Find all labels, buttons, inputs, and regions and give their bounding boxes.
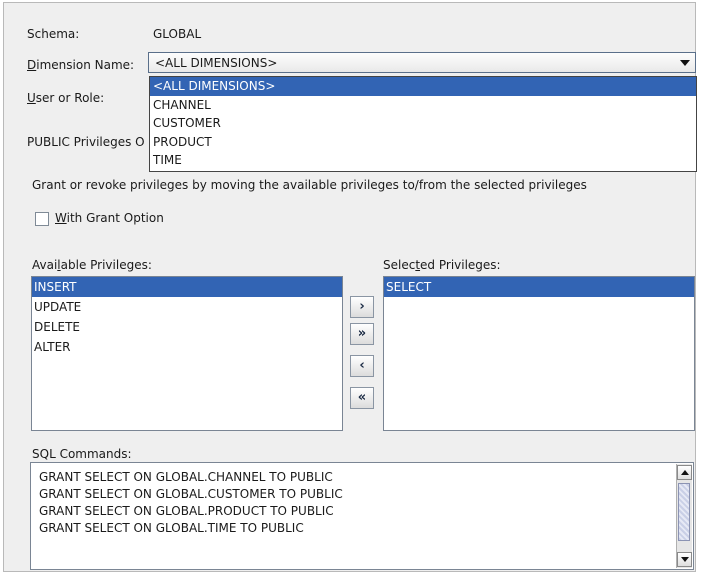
dimension-dropdown-list[interactable]: <ALL DIMENSIONS> CHANNEL CUSTOMER PRODUC… (149, 76, 697, 172)
list-item[interactable]: UPDATE (32, 297, 342, 317)
dropdown-option-all-dimensions[interactable]: <ALL DIMENSIONS> (150, 77, 696, 96)
sql-line: GRANT SELECT ON GLOBAL.CHANNEL TO PUBLIC (39, 470, 333, 484)
scroll-up-button[interactable] (677, 465, 692, 480)
schema-value: GLOBAL (153, 27, 202, 41)
remove-all-button[interactable]: « (350, 387, 374, 409)
dropdown-option-product[interactable]: PRODUCT (150, 133, 696, 152)
remove-selected-button[interactable]: ‹ (350, 355, 374, 377)
dropdown-option-time[interactable]: TIME (150, 151, 696, 170)
sql-line: GRANT SELECT ON GLOBAL.TIME TO PUBLIC (39, 521, 304, 535)
add-selected-button[interactable]: › (350, 296, 374, 318)
selected-privileges-list[interactable]: SELECT (383, 276, 695, 431)
with-grant-option-checkbox[interactable] (35, 212, 49, 226)
schema-label: Schema: (27, 27, 80, 41)
dimension-name-combobox[interactable]: <ALL DIMENSIONS> (148, 52, 696, 73)
sql-commands-label: SQL Commands: (32, 447, 132, 461)
instructions-text: Grant or revoke privileges by moving the… (32, 178, 587, 192)
scroll-down-button[interactable] (677, 552, 692, 567)
add-all-button[interactable]: » (350, 323, 374, 345)
list-item[interactable]: INSERT (32, 277, 342, 297)
dropdown-option-customer[interactable]: CUSTOMER (150, 114, 696, 133)
with-grant-option-label[interactable]: With Grant Option (55, 211, 164, 225)
arrow-down-icon (681, 557, 689, 562)
selected-privileges-label: Selected Privileges: (383, 258, 501, 272)
dimension-selected-value: <ALL DIMENSIONS> (155, 56, 278, 70)
arrow-up-icon (681, 470, 689, 475)
list-item[interactable]: ALTER (32, 337, 342, 357)
sql-line: GRANT SELECT ON GLOBAL.CUSTOMER TO PUBLI… (39, 487, 343, 501)
dropdown-option-channel[interactable]: CHANNEL (150, 96, 696, 115)
user-or-role-label: User or Role: (27, 91, 105, 105)
list-item[interactable]: DELETE (32, 317, 342, 337)
sql-line: GRANT SELECT ON GLOBAL.PRODUCT TO PUBLIC (39, 504, 334, 518)
available-privileges-list[interactable]: INSERT UPDATE DELETE ALTER (31, 276, 343, 431)
sql-vertical-scrollbar[interactable] (676, 464, 692, 568)
scroll-thumb[interactable] (678, 483, 690, 541)
chevron-down-icon[interactable] (680, 60, 690, 66)
dimension-name-label: Dimension Name: (27, 58, 135, 72)
sql-commands-textarea[interactable]: GRANT SELECT ON GLOBAL.CHANNEL TO PUBLIC… (30, 462, 694, 570)
available-privileges-label: Available Privileges: (32, 258, 152, 272)
public-privileges-label: PUBLIC Privileges O (27, 135, 145, 149)
list-item[interactable]: SELECT (384, 277, 694, 297)
